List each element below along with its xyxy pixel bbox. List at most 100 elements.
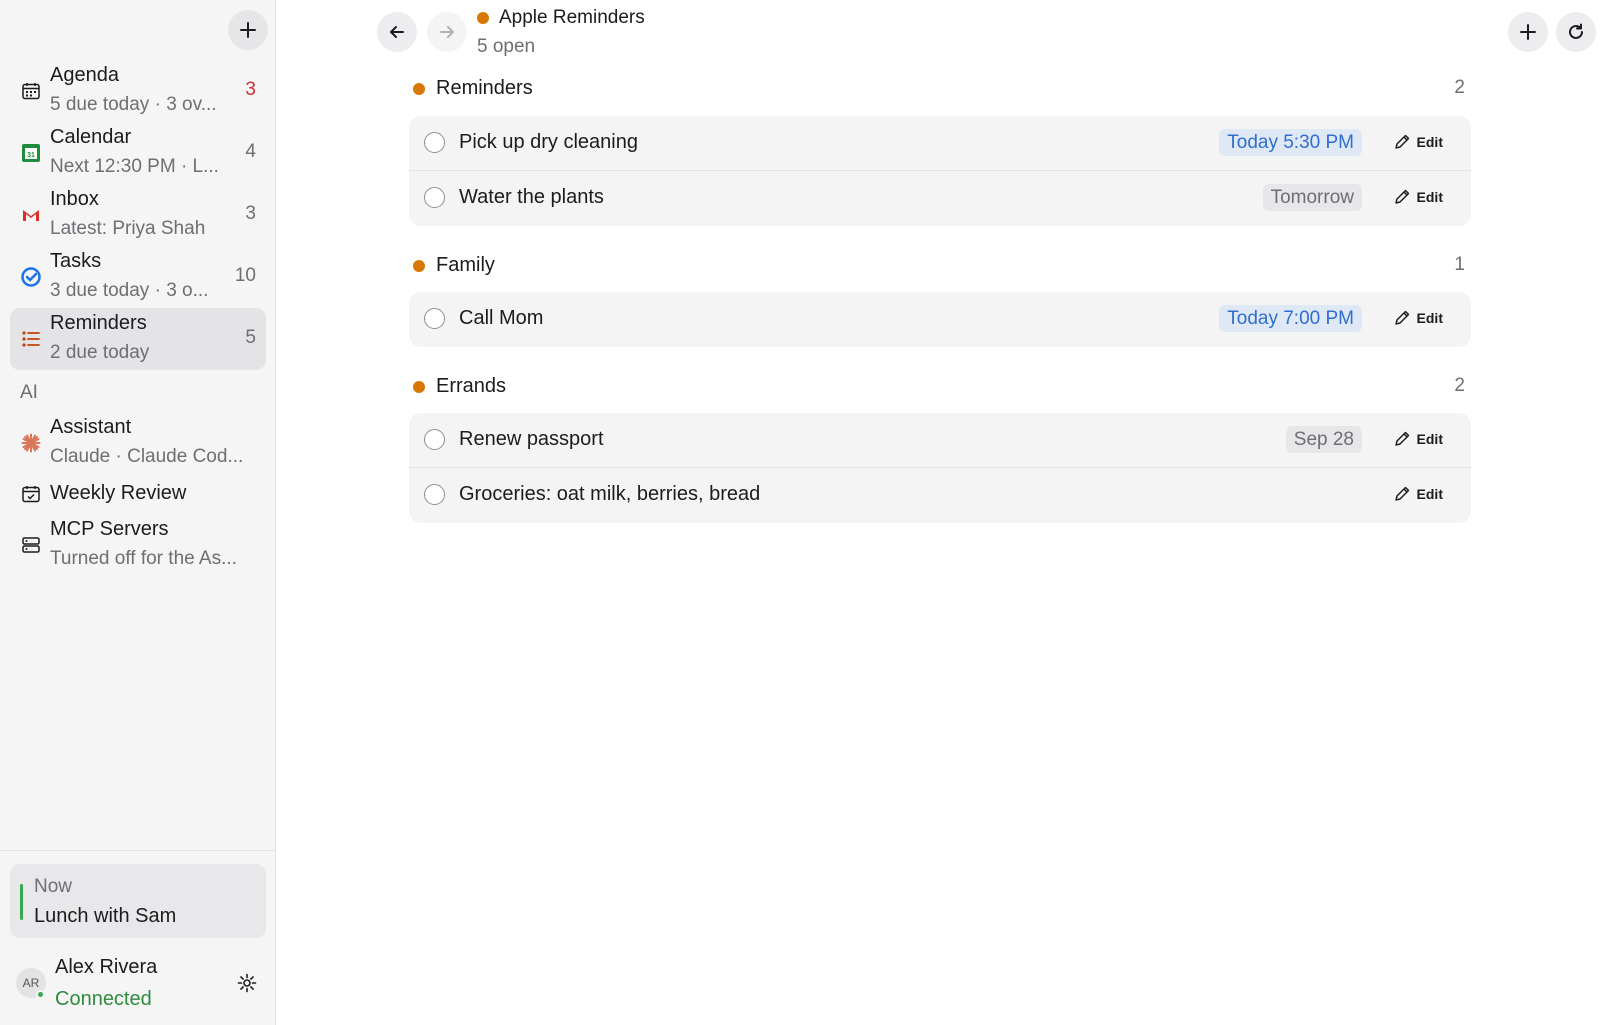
sidebar-item-agenda[interactable]: Agenda 5 due today · 3 ov... 3 [10, 60, 266, 122]
edit-button[interactable]: Edit [1393, 483, 1443, 505]
group-header: Reminders 2 [409, 73, 1471, 103]
sidebar-item-title: Calendar [50, 126, 132, 148]
list-icon [20, 328, 42, 350]
sidebar-item-title: MCP Servers [50, 518, 169, 540]
now-indicator-bar [20, 884, 23, 920]
gear-icon [237, 973, 257, 993]
server-icon [20, 534, 42, 556]
sidebar-item-title: Assistant [50, 416, 132, 438]
sidebar-item-title: Inbox [50, 188, 99, 210]
sidebar-item-assistant[interactable]: Assistant Claude · Claude Cod... [10, 412, 266, 474]
sidebar-item-calendar[interactable]: 31 Calendar Next 12:30 PM · L... 4 [10, 122, 266, 184]
sidebar-item-subtitle: Claude · Claude Cod... [50, 446, 244, 467]
reminder-title[interactable]: Groceries: oat milk, berries, bread [459, 483, 760, 506]
due-badge: Tomorrow [1262, 184, 1362, 211]
reminder-title[interactable]: Renew passport [459, 428, 604, 451]
due-badge: Today 7:00 PM [1219, 305, 1362, 332]
list-item: Groceries: oat milk, berries, bread Edit [409, 468, 1471, 523]
user-name: Alex Rivera [55, 956, 158, 978]
forward-button[interactable] [427, 12, 467, 52]
sidebar-item-title: Agenda [50, 64, 119, 86]
reminder-title[interactable]: Water the plants [459, 186, 604, 209]
page-subtitle: 5 open [477, 36, 536, 57]
edit-button[interactable]: Edit [1393, 307, 1443, 329]
edit-button[interactable]: Edit [1393, 186, 1443, 208]
sidebar-item-title: Tasks [50, 250, 102, 272]
refresh-icon [1569, 23, 1583, 39]
list-item: Pick up dry cleaning Today 5:30 PM Edit [409, 116, 1471, 171]
plus-icon [240, 22, 256, 38]
calendar-review-icon [20, 483, 42, 505]
sidebar-item-title: Weekly Review [50, 482, 187, 504]
page-title: Apple Reminders [499, 7, 645, 28]
reminder-title[interactable]: Call Mom [459, 307, 543, 330]
list-item: Water the plants Tomorrow Edit [409, 171, 1471, 226]
now-card[interactable]: Now Lunch with Sam [10, 864, 266, 938]
settings-button[interactable] [236, 972, 258, 994]
edit-label: Edit [1416, 134, 1443, 150]
sidebar-divider [0, 850, 276, 851]
sidebar-item-weekly-review[interactable]: Weekly Review [10, 474, 266, 514]
calendar-grid-icon [20, 80, 42, 102]
group-count: 1 [1454, 254, 1465, 275]
sidebar-item-reminders[interactable]: Reminders 2 due today 5 [10, 308, 266, 370]
complete-checkbox[interactable] [424, 484, 445, 505]
complete-checkbox[interactable] [424, 429, 445, 450]
sidebar-item-count: 3 [245, 203, 256, 224]
sidebar-item-title: Reminders [50, 312, 147, 334]
list-item: Renew passport Sep 28 Edit [409, 413, 1471, 468]
group-name: Errands [436, 375, 507, 397]
pencil-icon [1394, 134, 1409, 149]
group-color-dot [413, 381, 425, 393]
sidebar-item-mcp-servers[interactable]: MCP Servers Turned off for the As... [10, 514, 266, 576]
svg-text:31: 31 [27, 152, 35, 159]
list-item: Call Mom Today 7:00 PM Edit [409, 292, 1471, 347]
arrow-right-icon [440, 26, 454, 38]
sidebar-item-subtitle: Latest: Priya Shah [50, 218, 206, 239]
sidebar-item-subtitle: Turned off for the As... [50, 548, 237, 569]
group-count: 2 [1454, 375, 1465, 396]
complete-checkbox[interactable] [424, 187, 445, 208]
sidebar-nav: Agenda 5 due today · 3 ov... 3 31 Calend… [10, 60, 266, 576]
new-item-button[interactable] [228, 10, 268, 50]
edit-label: Edit [1416, 431, 1443, 447]
now-event-title: Lunch with Sam [34, 905, 177, 927]
group-name: Reminders [436, 77, 533, 99]
connection-status: Connected [55, 988, 152, 1010]
sidebar-item-count: 4 [245, 141, 256, 162]
edit-button[interactable]: Edit [1393, 131, 1443, 153]
list-color-dot [477, 12, 489, 24]
group-card: Call Mom Today 7:00 PM Edit [409, 292, 1471, 347]
sidebar-item-subtitle: Next 12:30 PM · L... [50, 156, 219, 177]
back-button[interactable] [377, 12, 417, 52]
group-header: Family 1 [409, 250, 1471, 280]
sidebar-item-subtitle: 3 due today · 3 o... [50, 280, 209, 301]
sidebar-item-count: 5 [245, 327, 256, 348]
group-name: Family [436, 254, 495, 276]
plus-icon [1520, 24, 1536, 40]
complete-checkbox[interactable] [424, 132, 445, 153]
tasks-check-icon [20, 266, 42, 288]
add-reminder-button[interactable] [1508, 12, 1548, 52]
google-calendar-icon: 31 [20, 142, 42, 164]
group-color-dot [413, 260, 425, 272]
edit-button[interactable]: Edit [1393, 428, 1443, 450]
online-status-dot [36, 990, 45, 999]
sidebar-section-ai: AI [20, 382, 38, 403]
gmail-icon [20, 204, 42, 226]
sidebar-item-tasks[interactable]: Tasks 3 due today · 3 o... 10 [10, 246, 266, 308]
group-header: Errands 2 [409, 371, 1471, 401]
group-color-dot [413, 83, 425, 95]
reminder-title[interactable]: Pick up dry cleaning [459, 131, 638, 154]
due-badge: Sep 28 [1285, 426, 1362, 453]
pencil-icon [1394, 189, 1409, 204]
refresh-button[interactable] [1556, 12, 1596, 52]
sidebar-item-count: 3 [245, 79, 256, 100]
group-count: 2 [1454, 77, 1465, 98]
sidebar: Agenda 5 due today · 3 ov... 3 31 Calend… [0, 0, 276, 1025]
edit-label: Edit [1416, 310, 1443, 326]
claude-icon [20, 432, 42, 454]
sidebar-item-inbox[interactable]: Inbox Latest: Priya Shah 3 [10, 184, 266, 246]
complete-checkbox[interactable] [424, 308, 445, 329]
pencil-icon [1394, 310, 1409, 325]
